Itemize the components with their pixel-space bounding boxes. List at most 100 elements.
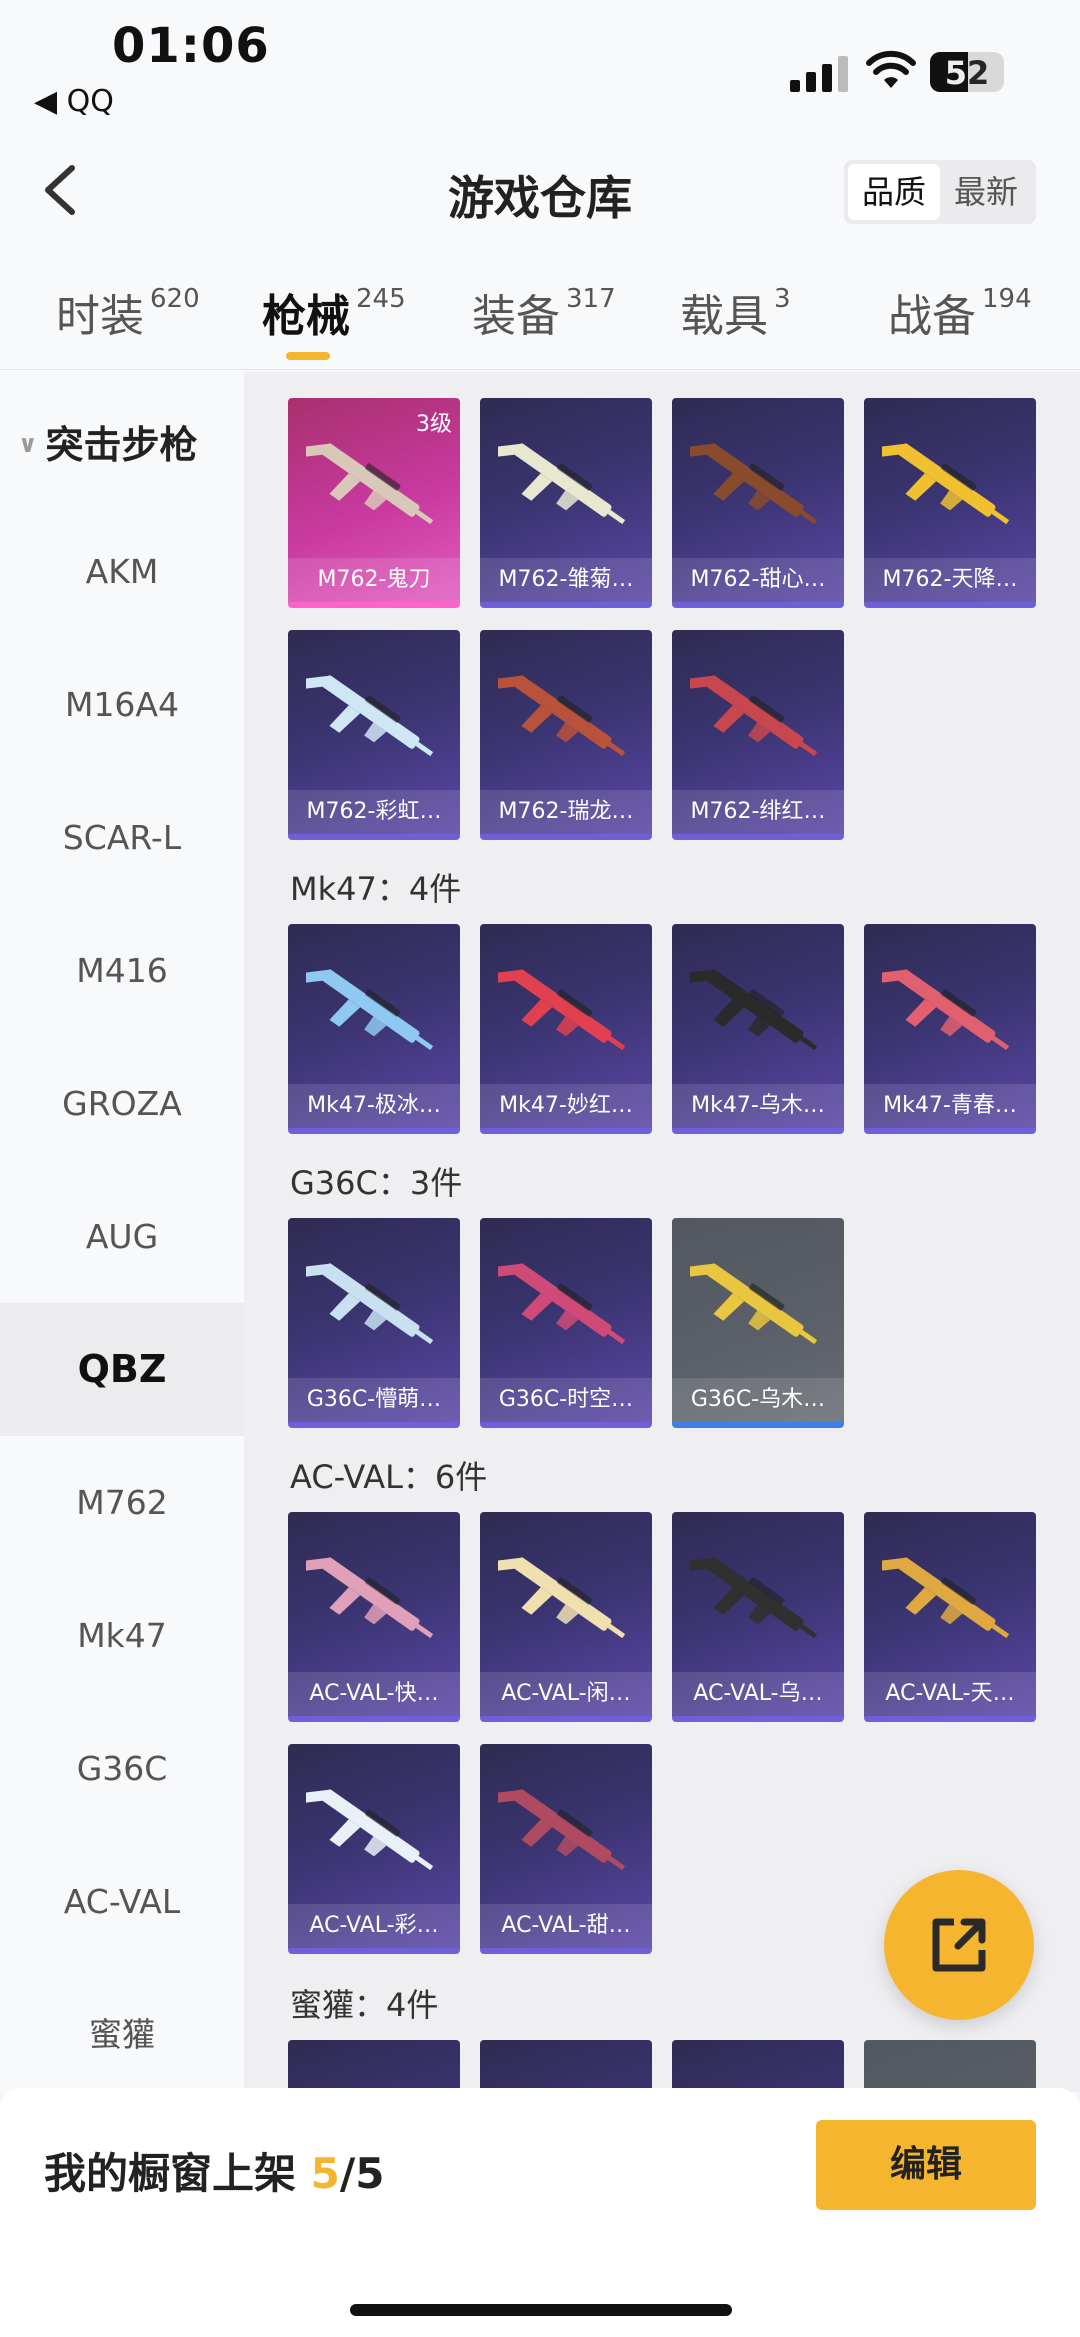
skin-card[interactable] (288, 2040, 460, 2092)
skin-name: AC-VAL-彩… (288, 1904, 460, 1948)
skin-name: G36C-时空… (480, 1378, 652, 1422)
skin-card[interactable]: AC-VAL-快… (288, 1512, 460, 1722)
sidebar-item-aug[interactable]: AUG (0, 1170, 244, 1303)
skin-name: AC-VAL-闲… (480, 1672, 652, 1716)
skin-card[interactable]: Mk47-乌木… (672, 924, 844, 1134)
skin-card[interactable]: 3级 M762-鬼刀 (288, 398, 460, 608)
sidebar-item-m762[interactable]: M762 (0, 1436, 244, 1569)
sidebar-item-groza[interactable]: GROZA (0, 1037, 244, 1170)
rifle-skin-icon (690, 675, 818, 757)
skin-name: Mk47-妙红… (480, 1084, 652, 1128)
showcase-status: 我的橱窗上架 5/5 (44, 2149, 385, 2198)
tab-supplies[interactable]: 战备 194 (888, 280, 1032, 344)
rifle-skin-icon (498, 1789, 626, 1871)
tab-firearms[interactable]: 枪械 245 (262, 280, 406, 344)
weapon-sidebar: ∨ 突击步枪 AKM M16A4 SCAR-L M416 GROZA AUG QB… (0, 372, 244, 2092)
showcase-count: 5 (310, 2149, 340, 2198)
back-to-app-link[interactable]: ◀ QQ (34, 84, 114, 119)
rifle-skin-icon (690, 969, 818, 1051)
rifle-skin-icon (306, 969, 434, 1051)
skin-name: AC-VAL-天… (864, 1672, 1036, 1716)
skin-name: M762-彩虹… (288, 790, 460, 834)
level-badge: 3级 (416, 412, 452, 437)
skin-card[interactable]: M762-绯红… (672, 630, 844, 840)
sort-newest-button[interactable]: 最新 (940, 164, 1032, 220)
skin-name: AC-VAL-快… (288, 1672, 460, 1716)
rifle-skin-icon (306, 443, 434, 525)
skin-card[interactable]: M762-彩虹… (288, 630, 460, 840)
skin-name: M762-雏菊… (480, 558, 652, 602)
tab-equipment[interactable]: 装备 317 (472, 280, 616, 344)
skin-name: Mk47-青春… (864, 1084, 1036, 1128)
skin-card[interactable] (864, 2040, 1036, 2092)
rifle-skin-icon (498, 1263, 626, 1345)
section-title: AC-VAL：6件 (290, 1458, 488, 1496)
skin-card[interactable]: Mk47-妙红… (480, 924, 652, 1134)
rifle-skin-icon (306, 1263, 434, 1345)
skin-card[interactable]: AC-VAL-天… (864, 1512, 1036, 1722)
wifi-icon (866, 50, 916, 88)
sidebar-group-assault-rifles[interactable]: ∨ 突击步枪 (18, 414, 198, 469)
skin-name: M762-甜心… (672, 558, 844, 602)
section-title: Mk47：4件 (290, 870, 462, 908)
skin-card[interactable]: M762-天降… (864, 398, 1036, 608)
skin-name: G36C-懵萌… (288, 1378, 460, 1422)
battery-level: 52 (944, 54, 990, 92)
sort-toggle: 品质 最新 (843, 160, 1036, 224)
section-title: 蜜獾：4件 (290, 1986, 439, 2024)
cellular-signal-icon (790, 52, 848, 92)
skin-name: G36C-乌木… (672, 1378, 844, 1422)
skin-card[interactable]: AC-VAL-乌… (672, 1512, 844, 1722)
sidebar-item-g36c[interactable]: G36C (0, 1702, 244, 1835)
skin-card[interactable]: M762-雏菊… (480, 398, 652, 608)
tab-vehicles[interactable]: 载具 3 (680, 280, 791, 344)
skin-card[interactable]: G36C-时空… (480, 1218, 652, 1428)
rifle-skin-icon (690, 443, 818, 525)
rifle-skin-icon (498, 969, 626, 1051)
tab-fashion[interactable]: 时装 620 (56, 280, 200, 344)
rifle-skin-icon (498, 1557, 626, 1639)
sidebar-item-mk47[interactable]: Mk47 (0, 1569, 244, 1702)
section-title: G36C：3件 (290, 1164, 463, 1202)
sidebar-item-akm[interactable]: AKM (0, 505, 244, 638)
sidebar-item-m416[interactable]: M416 (0, 904, 244, 1037)
skin-card[interactable]: AC-VAL-闲… (480, 1512, 652, 1722)
skin-card[interactable]: Mk47-青春… (864, 924, 1036, 1134)
rifle-skin-icon (882, 969, 1010, 1051)
chevron-down-icon: ∨ (18, 430, 38, 458)
active-tab-indicator (286, 352, 330, 360)
sort-quality-button[interactable]: 品质 (847, 164, 940, 220)
status-time: 01:06 (112, 18, 270, 74)
skin-name: M762-绯红… (672, 790, 844, 834)
sidebar-item-qbz[interactable]: QBZ (0, 1303, 244, 1436)
skin-card[interactable]: Mk47-极冰… (288, 924, 460, 1134)
skin-card[interactable] (672, 2040, 844, 2092)
skin-card[interactable]: M762-甜心… (672, 398, 844, 608)
sidebar-item-honey-badger[interactable]: 蜜獾 (0, 1968, 244, 2101)
share-button[interactable] (884, 1870, 1034, 2020)
rifle-skin-icon (306, 1557, 434, 1639)
rifle-skin-icon (306, 675, 434, 757)
edit-button[interactable]: 编辑 (816, 2120, 1036, 2210)
rifle-skin-icon (498, 443, 626, 525)
sidebar-item-m16a4[interactable]: M16A4 (0, 638, 244, 771)
status-bar: 01:06 ◀ QQ 52 (0, 0, 1080, 130)
category-tabs: 时装 620 枪械 245 装备 317 载具 3 战备 194 (0, 250, 1080, 370)
skin-card[interactable] (480, 2040, 652, 2092)
skin-name: M762-天降… (864, 558, 1036, 602)
rifle-skin-icon (882, 443, 1010, 525)
skin-card[interactable]: AC-VAL-彩… (288, 1744, 460, 1954)
skin-name: M762-瑞龙… (480, 790, 652, 834)
skin-name: Mk47-乌木… (672, 1084, 844, 1128)
skin-card[interactable]: AC-VAL-甜… (480, 1744, 652, 1954)
sidebar-item-scar-l[interactable]: SCAR-L (0, 771, 244, 904)
rifle-skin-icon (690, 1557, 818, 1639)
share-export-icon (932, 1918, 986, 1972)
rifle-skin-icon (306, 1789, 434, 1871)
skin-card[interactable]: G36C-乌木… (672, 1218, 844, 1428)
sidebar-item-ac-val[interactable]: AC-VAL (0, 1835, 244, 1968)
skin-name: AC-VAL-乌… (672, 1672, 844, 1716)
skin-card[interactable]: M762-瑞龙… (480, 630, 652, 840)
rifle-skin-icon (690, 1263, 818, 1345)
skin-card[interactable]: G36C-懵萌… (288, 1218, 460, 1428)
